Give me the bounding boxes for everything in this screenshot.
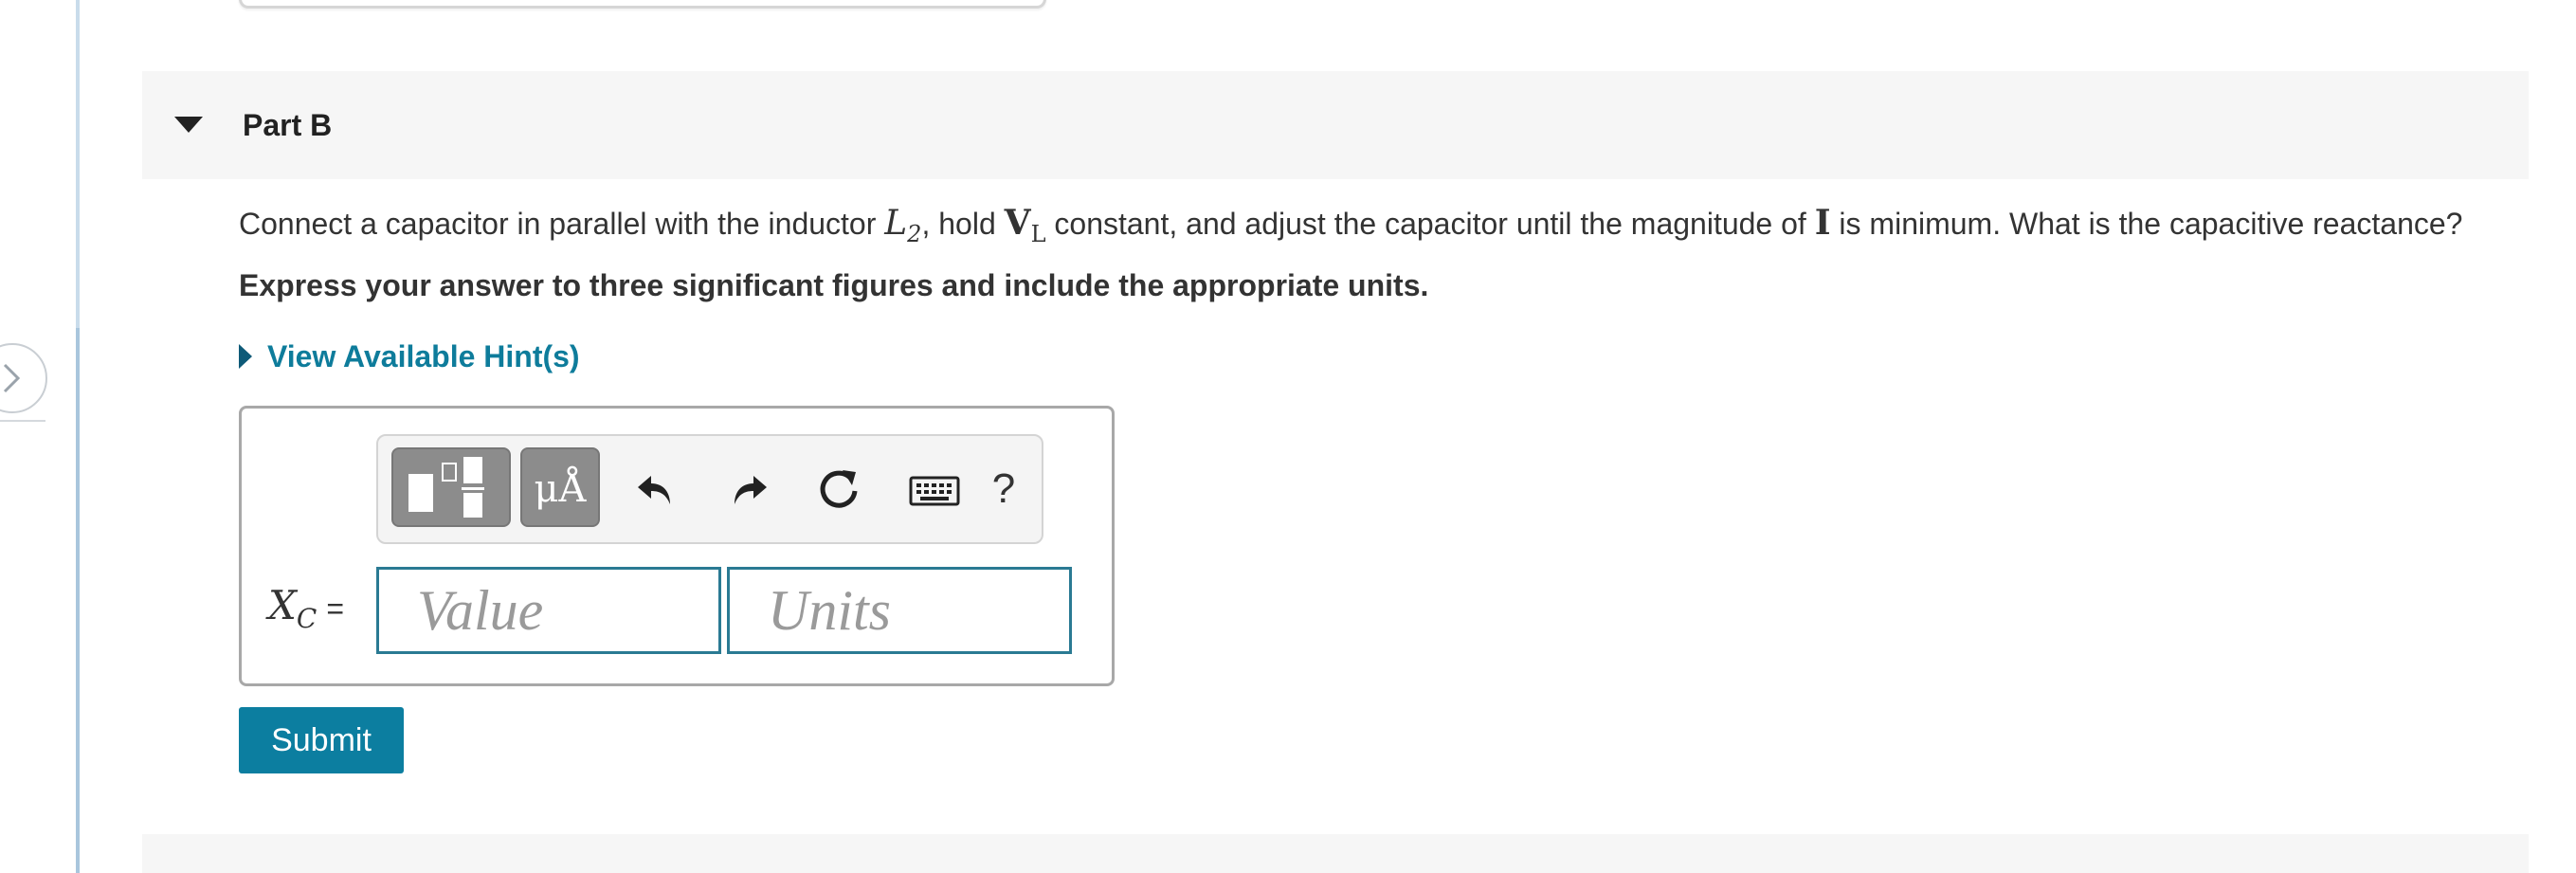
answer-box: μÅ ? XC = Value Units bbox=[239, 406, 1115, 686]
undo-icon bbox=[638, 476, 670, 504]
variable-label: XC = bbox=[268, 579, 344, 646]
keyboard-icon bbox=[909, 476, 960, 506]
variable-subscript: C bbox=[296, 603, 317, 634]
view-hints-label: View Available Hint(s) bbox=[267, 339, 580, 373]
keyboard-button[interactable] bbox=[907, 463, 964, 516]
caret-right-icon bbox=[239, 343, 252, 369]
voltage-symbol: VL bbox=[1004, 203, 1046, 247]
reset-icon bbox=[820, 470, 858, 508]
left-rail bbox=[0, 0, 80, 873]
part-header[interactable]: Part B bbox=[142, 71, 2529, 179]
question-text-segment: is minimum. What is the capacitive react… bbox=[1830, 207, 2463, 241]
help-button[interactable]: ? bbox=[985, 463, 1023, 516]
templates-icon bbox=[408, 457, 484, 518]
templates-button[interactable] bbox=[391, 447, 511, 527]
question-text: Connect a capacitor in parallel with the… bbox=[239, 202, 2462, 255]
next-part-header bbox=[142, 834, 2529, 873]
redo-button[interactable] bbox=[721, 463, 774, 516]
answer-instruction: Express your answer to three significant… bbox=[239, 268, 1429, 302]
question-text-segment: constant, and adjust the capacitor until… bbox=[1045, 207, 1815, 241]
units-button[interactable]: μÅ bbox=[520, 447, 600, 527]
expand-panel-button[interactable] bbox=[0, 343, 47, 413]
view-hints-link[interactable]: View Available Hint(s) bbox=[239, 336, 580, 376]
voltage-symbol-letter: V bbox=[1004, 203, 1031, 243]
part-title: Part B bbox=[243, 108, 333, 142]
rail-divider bbox=[0, 420, 45, 422]
inductor-symbol-subscript: 2 bbox=[907, 221, 922, 248]
inductor-symbol: L2 bbox=[884, 204, 921, 247]
math-toolbar: μÅ ? bbox=[376, 434, 1043, 544]
inductor-symbol-letter: L bbox=[884, 204, 908, 243]
submit-button[interactable]: Submit bbox=[239, 707, 404, 773]
value-input[interactable] bbox=[376, 567, 721, 654]
current-symbol: I bbox=[1814, 203, 1831, 243]
chevron-right-icon bbox=[3, 363, 21, 393]
previous-answer-box bbox=[239, 0, 1046, 9]
equals-sign: = bbox=[326, 591, 345, 626]
variable-symbol: X bbox=[268, 582, 297, 628]
question-text-segment: , hold bbox=[921, 207, 1005, 241]
question-text-segment: Connect a capacitor in parallel with the… bbox=[239, 207, 885, 241]
undo-button[interactable] bbox=[630, 463, 683, 516]
reset-button[interactable] bbox=[812, 463, 865, 516]
rail-line-active bbox=[76, 328, 80, 873]
redo-icon bbox=[735, 476, 767, 504]
units-input[interactable] bbox=[727, 567, 1072, 654]
caret-down-icon[interactable] bbox=[174, 117, 203, 134]
voltage-symbol-subscript: L bbox=[1030, 221, 1046, 248]
